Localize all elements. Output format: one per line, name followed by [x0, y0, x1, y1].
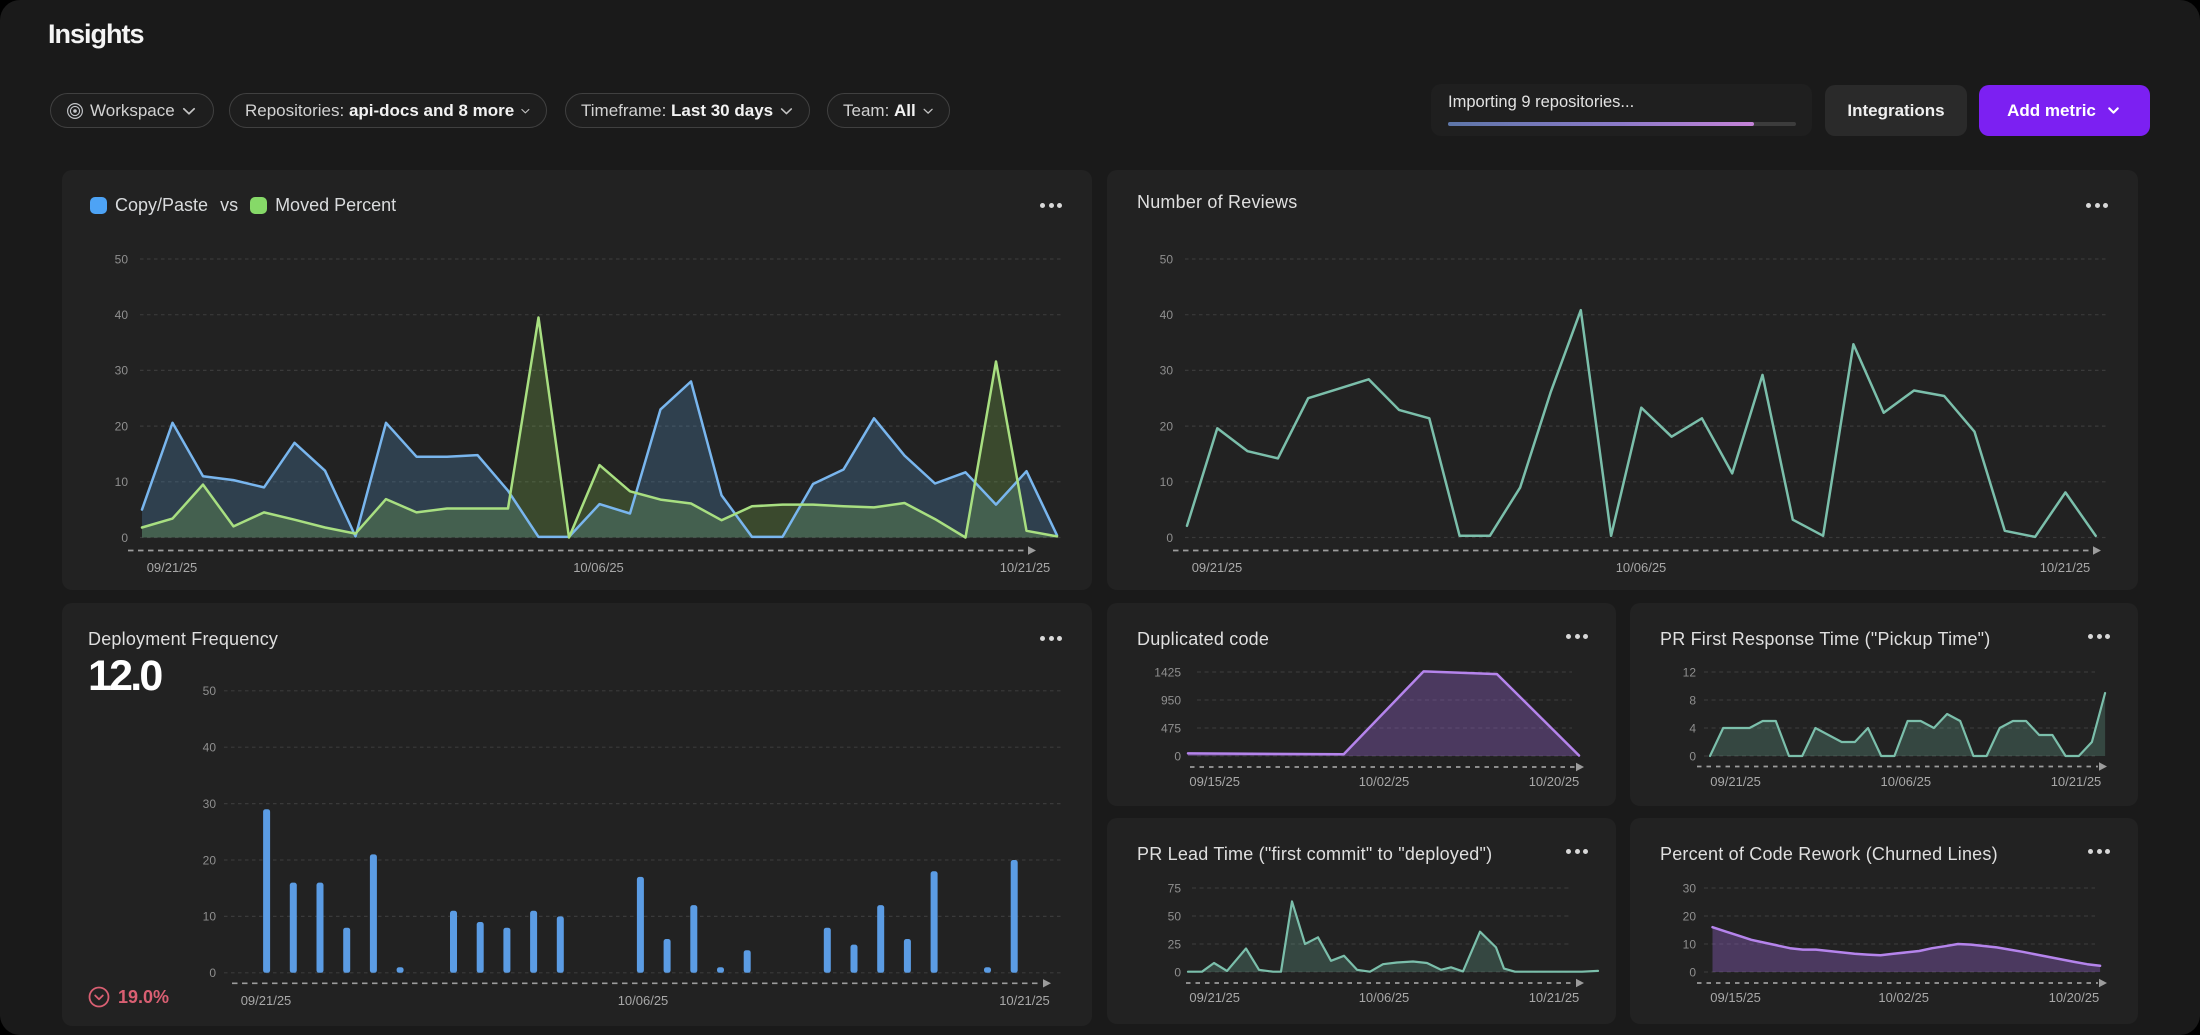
svg-text:1425: 1425: [1154, 665, 1181, 679]
svg-text:475: 475: [1161, 721, 1181, 735]
svg-text:40: 40: [115, 308, 129, 322]
svg-text:20: 20: [1683, 909, 1697, 923]
svg-text:10/21/25: 10/21/25: [999, 993, 1050, 1008]
svg-text:50: 50: [1160, 252, 1174, 266]
svg-text:0: 0: [209, 966, 216, 980]
svg-text:4: 4: [1689, 721, 1696, 735]
svg-text:50: 50: [1168, 909, 1182, 923]
svg-text:09/21/25: 09/21/25: [1192, 560, 1243, 575]
svg-text:0: 0: [1174, 749, 1181, 763]
svg-text:10: 10: [1160, 475, 1174, 489]
svg-text:75: 75: [1168, 881, 1182, 895]
svg-text:0: 0: [1689, 965, 1696, 979]
svg-text:10/06/25: 10/06/25: [573, 560, 624, 575]
svg-text:50: 50: [115, 252, 129, 266]
svg-text:20: 20: [115, 419, 129, 433]
svg-text:10/20/25: 10/20/25: [1529, 774, 1580, 789]
svg-text:09/21/25: 09/21/25: [1710, 774, 1761, 789]
svg-text:10/06/25: 10/06/25: [1616, 560, 1667, 575]
svg-text:09/15/25: 09/15/25: [1189, 774, 1240, 789]
svg-text:40: 40: [203, 741, 217, 755]
svg-text:0: 0: [1174, 965, 1181, 979]
svg-text:10/06/25: 10/06/25: [618, 993, 669, 1008]
svg-text:30: 30: [1160, 364, 1174, 378]
svg-text:50: 50: [203, 684, 217, 698]
svg-text:25: 25: [1168, 937, 1182, 951]
svg-text:10/21/25: 10/21/25: [2040, 560, 2091, 575]
svg-text:10: 10: [1683, 937, 1697, 951]
svg-text:10/02/25: 10/02/25: [1878, 990, 1929, 1005]
svg-text:10/20/25: 10/20/25: [2049, 990, 2100, 1005]
svg-text:30: 30: [115, 364, 129, 378]
svg-text:20: 20: [1160, 419, 1174, 433]
svg-text:09/21/25: 09/21/25: [241, 993, 292, 1008]
svg-text:10/21/25: 10/21/25: [1000, 560, 1051, 575]
svg-text:10/21/25: 10/21/25: [1529, 990, 1580, 1005]
svg-text:8: 8: [1689, 693, 1696, 707]
svg-text:40: 40: [1160, 308, 1174, 322]
svg-text:10/02/25: 10/02/25: [1359, 774, 1410, 789]
svg-text:12: 12: [1683, 665, 1697, 679]
svg-text:0: 0: [121, 531, 128, 545]
svg-text:10: 10: [115, 475, 129, 489]
svg-text:10/21/25: 10/21/25: [2051, 774, 2102, 789]
svg-text:30: 30: [1683, 881, 1697, 895]
svg-text:950: 950: [1161, 693, 1181, 707]
svg-text:10: 10: [203, 910, 217, 924]
svg-text:09/15/25: 09/15/25: [1710, 990, 1761, 1005]
svg-text:10/06/25: 10/06/25: [1880, 774, 1931, 789]
svg-text:09/21/25: 09/21/25: [147, 560, 198, 575]
svg-text:09/21/25: 09/21/25: [1189, 990, 1240, 1005]
svg-text:20: 20: [203, 853, 217, 867]
svg-text:0: 0: [1689, 749, 1696, 763]
svg-text:0: 0: [1166, 531, 1173, 545]
svg-text:10/06/25: 10/06/25: [1359, 990, 1410, 1005]
svg-text:30: 30: [203, 797, 217, 811]
